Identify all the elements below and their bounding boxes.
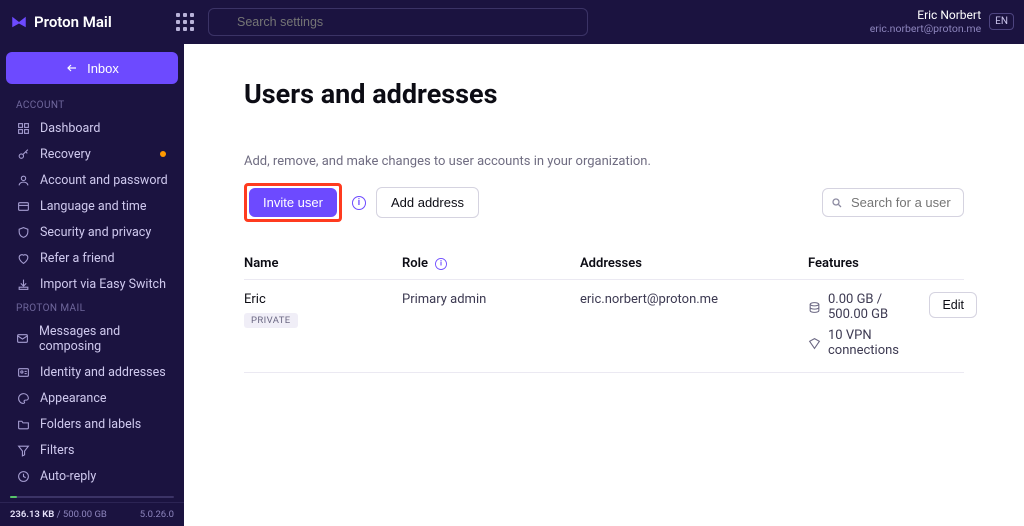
search-settings-wrap xyxy=(208,8,588,36)
sidebar-item-label: Import via Easy Switch xyxy=(40,277,166,292)
language-switch[interactable]: EN xyxy=(989,13,1014,30)
users-table: Name Role i Addresses Features Eric PRIV… xyxy=(244,248,964,373)
info-icon[interactable]: i xyxy=(352,196,366,210)
storage-used: 236.13 KB xyxy=(10,509,54,520)
storage-bar-fill xyxy=(10,496,17,498)
col-features: Features xyxy=(808,256,886,271)
arrow-left-icon xyxy=(65,62,79,74)
topbar: Proton Mail Eric Norbert eric.norbert@pr… xyxy=(0,0,1024,44)
sidebar-item-label: Auto-reply xyxy=(40,469,96,484)
action-row: Invite user i Add address xyxy=(244,183,964,222)
sidebar-item-label: Recovery xyxy=(40,147,91,162)
private-badge: PRIVATE xyxy=(244,313,298,328)
key-icon xyxy=(16,148,30,161)
brand[interactable]: Proton Mail xyxy=(10,13,166,31)
sidebar-item-label: Dashboard xyxy=(40,121,100,136)
invite-user-button[interactable]: Invite user xyxy=(249,188,337,217)
sidebar-item-folders-labels[interactable]: Folders and labels xyxy=(0,411,184,437)
info-icon[interactable]: i xyxy=(435,258,447,270)
storage-sep: / xyxy=(54,509,63,520)
storage-icon xyxy=(808,301,821,314)
sidebar-item-label: Security and privacy xyxy=(40,225,151,240)
row-user-name: Eric xyxy=(244,292,394,307)
sidebar-item-import-easy-switch[interactable]: Import via Easy Switch xyxy=(0,271,184,297)
inbox-label: Inbox xyxy=(87,61,119,76)
proton-logo-icon xyxy=(10,13,28,31)
user-name: Eric Norbert xyxy=(870,9,981,23)
sidebar-item-dashboard[interactable]: Dashboard xyxy=(0,115,184,141)
folder-icon xyxy=(16,418,30,431)
section-mail-label: PROTON MAIL xyxy=(0,297,184,318)
highlight-invite-user: Invite user xyxy=(244,183,342,222)
storage-total: 500.00 GB xyxy=(63,509,107,520)
row-address: eric.norbert@proton.me xyxy=(580,292,800,307)
sidebar-item-recovery[interactable]: Recovery xyxy=(0,141,184,167)
vpn-icon xyxy=(808,337,821,350)
heart-icon xyxy=(16,252,30,265)
col-addresses: Addresses xyxy=(580,256,800,271)
user-email: eric.norbert@proton.me xyxy=(870,23,981,35)
sidebar-item-label: Filters xyxy=(40,443,74,458)
sidebar-item-label: Appearance xyxy=(40,391,107,406)
table-row: Eric PRIVATE Primary admin eric.norbert@… xyxy=(244,280,964,373)
user-menu[interactable]: Eric Norbert eric.norbert@proton.me xyxy=(870,9,981,35)
import-icon xyxy=(16,278,30,291)
sidebar-item-auto-reply[interactable]: Auto-reply xyxy=(0,463,184,489)
id-card-icon xyxy=(16,366,30,379)
notification-dot-icon xyxy=(160,151,166,157)
clock-icon xyxy=(16,470,30,483)
row-role: Primary admin xyxy=(402,292,572,307)
sidebar-item-label: Identity and addresses xyxy=(40,365,166,380)
sidebar-item-label: Account and password xyxy=(40,173,168,188)
table-header: Name Role i Addresses Features xyxy=(244,248,964,280)
topbar-right: Eric Norbert eric.norbert@proton.me EN xyxy=(870,9,1014,35)
sidebar-item-label: Language and time xyxy=(40,199,146,214)
sidebar-item-label: Refer a friend xyxy=(40,251,115,266)
sidebar-item-messages-composing[interactable]: Messages and composing xyxy=(0,318,184,359)
sidebar: Inbox ACCOUNT Dashboard Recovery xyxy=(0,44,184,526)
main-content: Users and addresses Add, remove, and mak… xyxy=(184,44,1024,526)
envelope-icon xyxy=(16,332,29,345)
paint-icon xyxy=(16,392,30,405)
col-role: Role xyxy=(402,256,428,271)
row-storage: 0.00 GB / 500.00 GB xyxy=(828,292,899,322)
sidebar-item-account-password[interactable]: Account and password xyxy=(0,167,184,193)
search-users-input[interactable] xyxy=(822,188,964,217)
back-to-inbox-button[interactable]: Inbox xyxy=(6,52,178,84)
shield-icon xyxy=(16,226,30,239)
sidebar-item-label: Folders and labels xyxy=(40,417,141,432)
apps-switcher-icon[interactable] xyxy=(176,13,194,31)
grid-icon xyxy=(16,122,30,135)
storage-bar xyxy=(10,496,174,498)
search-settings-input[interactable] xyxy=(208,8,588,36)
sidebar-footer: 236.13 KB / 500.00 GB 5.0.26.0 xyxy=(0,502,184,526)
language-icon xyxy=(16,200,30,213)
sidebar-item-refer-friend[interactable]: Refer a friend xyxy=(0,245,184,271)
edit-user-button[interactable]: Edit xyxy=(929,292,977,318)
sidebar-item-identity-addresses[interactable]: Identity and addresses xyxy=(0,359,184,385)
brand-name: Proton Mail xyxy=(34,13,112,31)
page-description: Add, remove, and make changes to user ac… xyxy=(244,154,964,169)
app-version: 5.0.26.0 xyxy=(140,509,174,520)
page-title: Users and addresses xyxy=(244,78,964,110)
col-name: Name xyxy=(244,256,394,271)
user-icon xyxy=(16,174,30,187)
sidebar-item-language-time[interactable]: Language and time xyxy=(0,193,184,219)
sidebar-item-security-privacy[interactable]: Security and privacy xyxy=(0,219,184,245)
row-vpn: 10 VPN connections xyxy=(828,328,899,358)
filter-icon xyxy=(16,444,30,457)
sidebar-item-filters[interactable]: Filters xyxy=(0,437,184,463)
section-account-label: ACCOUNT xyxy=(0,94,184,115)
sidebar-item-label: Messages and composing xyxy=(39,324,168,354)
add-address-button[interactable]: Add address xyxy=(376,187,479,218)
sidebar-item-appearance[interactable]: Appearance xyxy=(0,385,184,411)
